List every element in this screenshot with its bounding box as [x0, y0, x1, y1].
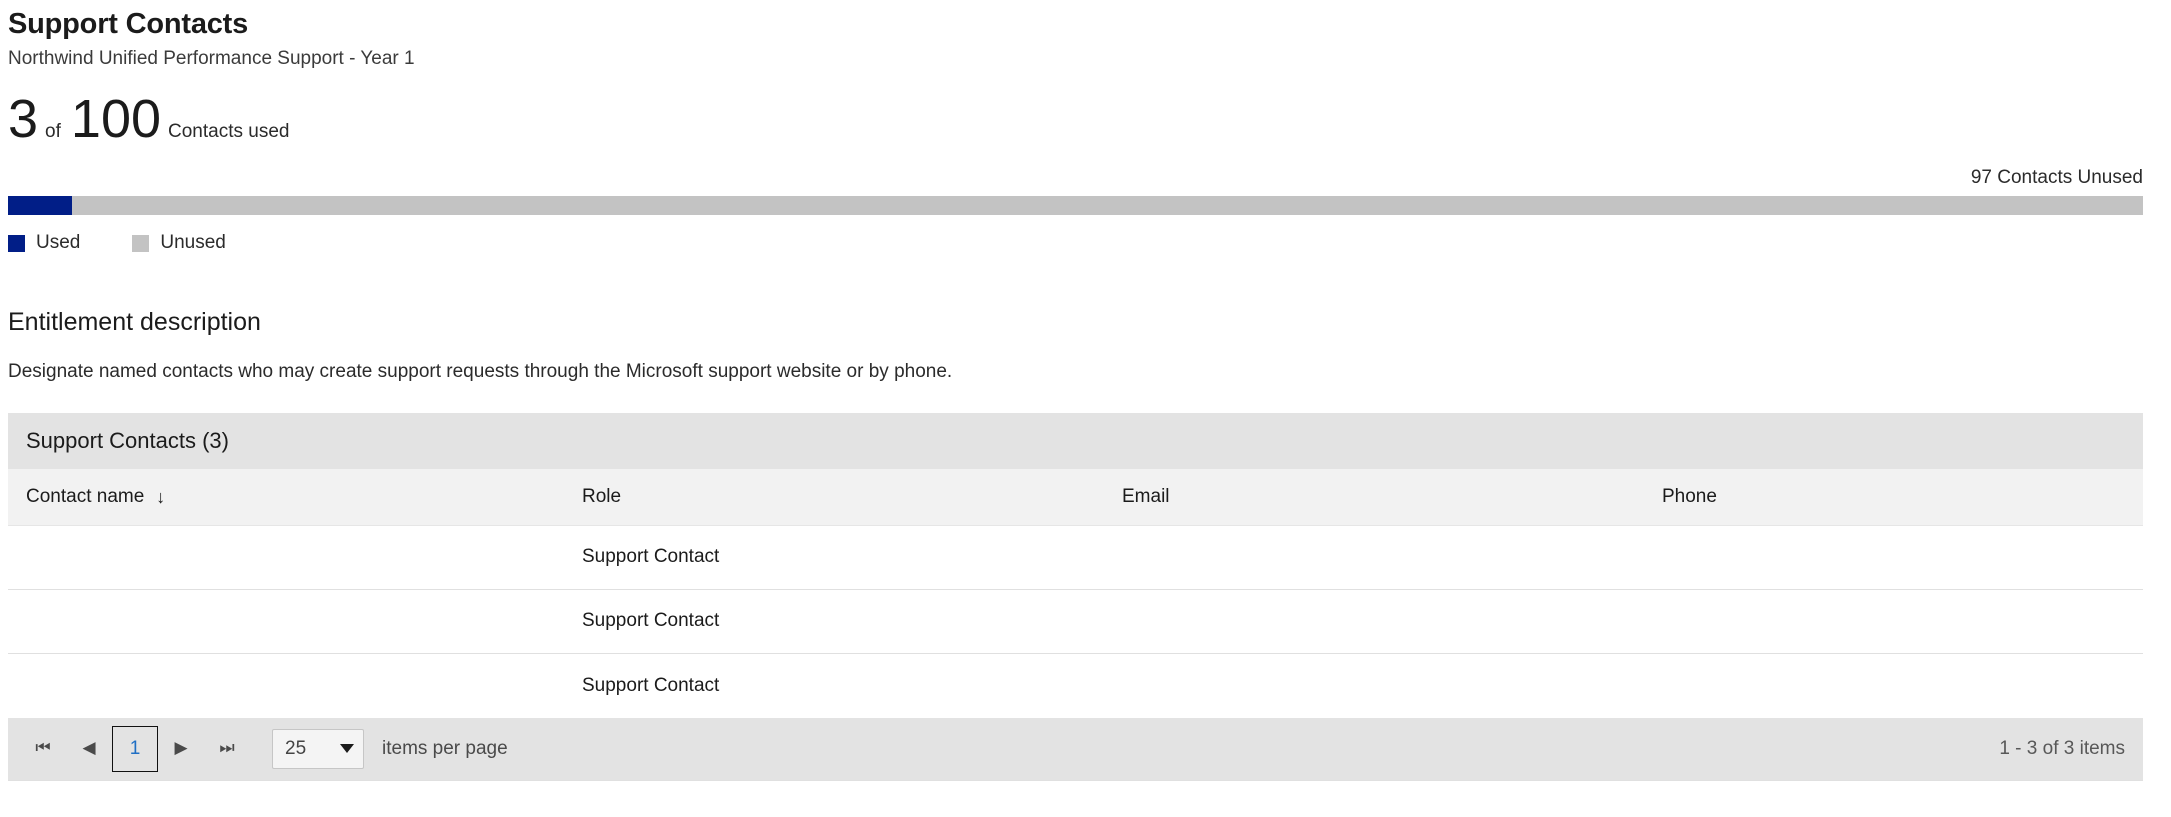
- legend-swatch-used-icon: [8, 234, 25, 252]
- entitlement-title: Entitlement description: [8, 308, 261, 336]
- column-header-email-label: Email: [1122, 485, 1170, 507]
- page-subtitle: Northwind Unified Performance Support - …: [8, 48, 415, 69]
- table-row[interactable]: Support Contact: [8, 653, 2143, 718]
- contacts-usage-bar-fill: [8, 196, 73, 215]
- page-size-value: 25: [285, 737, 307, 759]
- cell-role: Support Contact: [582, 674, 720, 696]
- page-number-button[interactable]: 1: [112, 725, 158, 772]
- chevron-down-icon: [340, 744, 354, 754]
- legend-label-unused: Unused: [160, 232, 226, 253]
- last-page-button[interactable]: ⏭: [204, 726, 250, 772]
- metric-unit-label: Contacts used: [168, 121, 290, 142]
- legend-item-used: Used: [8, 232, 80, 254]
- contacts-unused-caption: 97 Contacts Unused: [1970, 167, 2143, 188]
- contacts-usage-bar: [8, 196, 2143, 215]
- column-header-phone[interactable]: Phone: [1644, 485, 2143, 509]
- support-contacts-grid: Support Contacts (3) Contact name ↓ Role…: [8, 412, 2143, 781]
- next-page-button[interactable]: ▶: [158, 726, 204, 772]
- table-row[interactable]: Support Contact: [8, 589, 2143, 654]
- usage-legend: Used Unused: [8, 232, 2143, 254]
- column-header-role-label: Role: [582, 485, 622, 507]
- contacts-total-value: 100: [70, 89, 162, 149]
- cell-role: Support Contact: [582, 546, 720, 568]
- column-header-contact-name[interactable]: Contact name ↓: [8, 485, 564, 509]
- column-header-role[interactable]: Role: [564, 485, 1104, 509]
- grid-header-row: Contact name ↓ Role Email Phone: [8, 468, 2143, 526]
- page-size-select[interactable]: 25: [272, 728, 364, 769]
- table-row[interactable]: Support Contact: [8, 525, 2143, 590]
- grid-toolbar: Support Contacts (3): [8, 412, 2143, 469]
- sort-descending-icon: ↓: [156, 486, 166, 507]
- column-header-contact-name-label: Contact name: [26, 485, 145, 507]
- grid-toolbar-title: Support Contacts (3): [26, 427, 229, 453]
- support-contacts-page: Support Contacts Northwind Unified Perfo…: [0, 6, 2171, 817]
- page-title: Support Contacts: [8, 8, 249, 40]
- metric-of-label: of: [45, 121, 61, 142]
- legend-swatch-unused-icon: [132, 234, 150, 252]
- grid-pager: ⏮ ◀ 1 ▶ ⏭ 25 items per page 1 - 3 of 3 i…: [8, 717, 2143, 780]
- last-page-icon: ⏭: [219, 738, 235, 759]
- legend-item-unused: Unused: [132, 232, 226, 254]
- entitlement-description: Designate named contacts who may create …: [8, 360, 953, 382]
- first-page-button[interactable]: ⏮: [20, 726, 66, 772]
- contacts-usage-metric: 3 of 100 Contacts used: [8, 90, 2143, 152]
- legend-label-used: Used: [36, 232, 81, 253]
- chevron-right-icon: ▶: [174, 738, 188, 759]
- first-page-icon: ⏮: [35, 738, 51, 759]
- chevron-left-icon: ◀: [82, 738, 96, 759]
- previous-page-button[interactable]: ◀: [66, 726, 112, 772]
- page-size-label: items per page: [382, 737, 508, 759]
- column-header-email[interactable]: Email: [1104, 485, 1644, 509]
- cell-role: Support Contact: [582, 610, 720, 632]
- contacts-used-value: 3: [8, 89, 39, 149]
- column-header-phone-label: Phone: [1662, 485, 1717, 507]
- pager-range-text: 1 - 3 of 3 items: [1999, 737, 2125, 759]
